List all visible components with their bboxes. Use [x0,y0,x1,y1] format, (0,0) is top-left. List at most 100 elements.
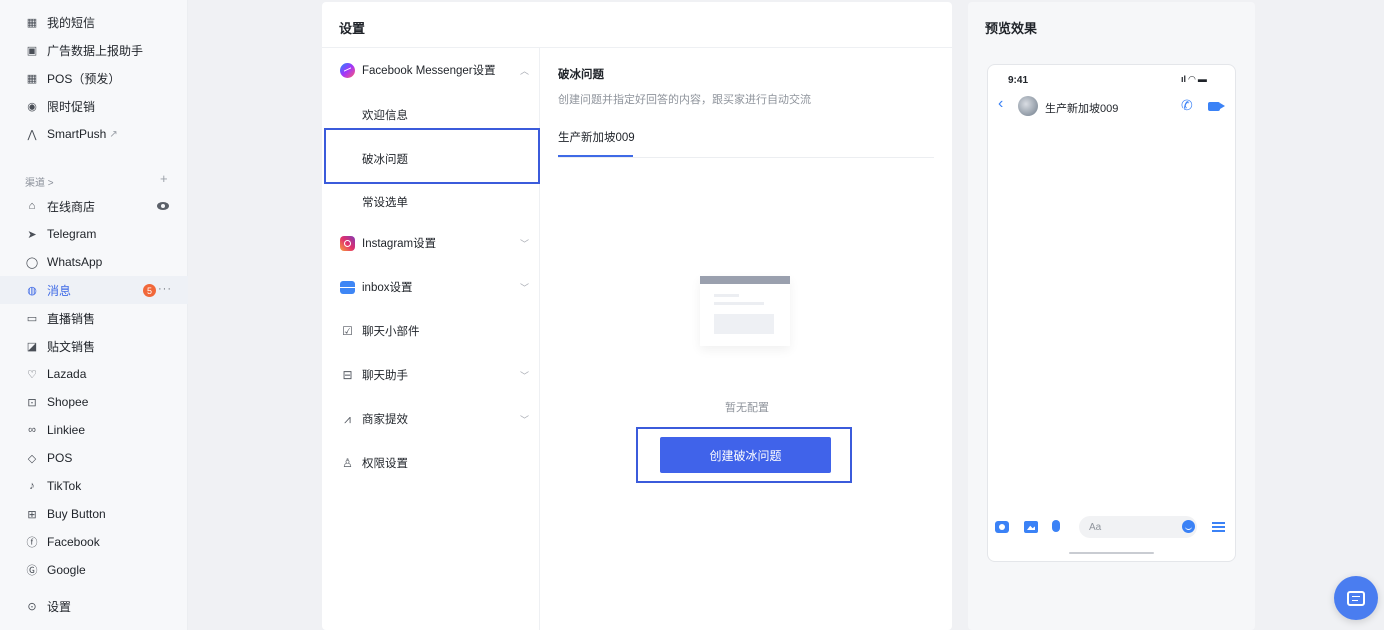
sidebar-item-flash-sale[interactable]: ◉ 限时促销 [0,92,188,120]
sidebar-item-label: Telegram [47,227,97,241]
tab-divider [558,157,934,158]
sidebar-item-label: Linkiee [47,423,86,437]
icebreaker-highlight [324,128,540,184]
eye-icon[interactable] [157,202,169,210]
menu-facebook-messenger[interactable]: Facebook Messenger设置 ︿ [340,59,530,81]
sidebar-item-smartpush[interactable]: ⋀ SmartPush ↗ [0,120,188,148]
sidebar-item-label: Facebook [47,535,100,549]
sidebar-item-pos-pre[interactable]: ▦ POS（预发） [0,64,188,92]
back-icon: ‹ [998,95,1004,112]
phone-call-icon: ✆ [1181,97,1193,113]
menu-label: Facebook Messenger设置 [362,65,496,77]
sidebar-item-post-sales[interactable]: ◪ 贴文销售 [0,332,188,360]
more-icon[interactable]: ··· [158,283,172,295]
menu-chat-widget[interactable]: ☑ 聊天小部件 [340,320,530,342]
tab-account[interactable]: 生产新加坡009 [558,129,635,145]
shopee-icon: ⊡ [27,396,37,409]
instagram-icon [340,235,355,251]
sidebar-item-label: 我的短信 [47,15,96,30]
sidebar-item-linkiee[interactable]: ∞ Linkiee [0,416,188,444]
avatar [1018,96,1038,116]
status-time: 9:41 [1008,75,1029,86]
sidebar-item-whatsapp[interactable]: ◯ WhatsApp [0,248,188,276]
sidebar-item-label: TikTok [47,479,82,493]
sidebar-item-ad-data[interactable]: ▣ 广告数据上报助手 [0,36,188,64]
message-icon: ◍ [27,284,37,297]
timer-icon: ◉ [27,100,37,113]
sidebar-item-label: Lazada [47,367,87,381]
menu-instagram[interactable]: Instagram设置 ﹀ [340,232,530,254]
add-channel-icon[interactable]: + [160,171,168,186]
menu-label: 权限设置 [362,458,408,470]
chevron-down-icon: ﹀ [520,282,530,293]
menu-label: 商家提效 [362,414,408,426]
channels-label[interactable]: 渠道 > [25,174,54,189]
content-title: 破冰问题 [558,69,604,81]
sidebar-item-pos[interactable]: ◇ POS [0,444,188,472]
create-icebreaker-button[interactable]: 创建破冰问题 [660,437,831,473]
sidebar-item-buy-button[interactable]: ⊞ Buy Button [0,500,188,528]
menu-icon [1212,522,1225,532]
menu-welcome[interactable]: 欢迎信息 [362,107,408,123]
lazada-icon: ♡ [27,368,37,381]
sidebar-item-label: 限时促销 [47,99,96,114]
sidebar-item-label: Buy Button [47,507,106,521]
post-icon: ◪ [26,340,38,353]
sidebar-item-facebook[interactable]: ⓕ Facebook [0,528,188,556]
menu-chat-assistant[interactable]: ⊟ 聊天助手 ﹀ [340,364,530,386]
user-permission-icon: ♙ [342,456,353,470]
messenger-icon [340,62,355,78]
preview-panel: 预览效果 9:41 ıl ◠ ▬ ‹ 生产新加坡009 ✆ Aa [968,2,1255,630]
chevron-down-icon: ﹀ [520,370,530,381]
sidebar-item-lazada[interactable]: ♡ Lazada [0,360,188,388]
grid-icon: ▦ [26,72,38,85]
store-icon: ⌂ [28,200,36,212]
sidebar: ▦ 我的短信 ▣ 广告数据上报助手 ▦ POS（预发） ◉ 限时促销 ⋀ Sma… [0,0,188,630]
preview-title: 预览效果 [985,21,1038,36]
menu-label: inbox设置 [362,282,413,294]
whatsapp-icon: ◯ [25,256,39,269]
image-icon [1024,521,1038,533]
home-indicator [1069,552,1154,554]
chevron-up-icon: ︿ [520,65,530,76]
sidebar-item-telegram[interactable]: ➤ Telegram [0,220,188,248]
empty-state-text: 暂无配置 [725,402,769,414]
content-description: 创建问题并指定好回答的内容，跟买家进行自动交流 [558,94,811,106]
menu-label: Instagram设置 [362,238,437,250]
chart-icon: ⩘ [344,411,351,426]
support-chat-button[interactable] [1334,576,1378,620]
menu-merchant-boost[interactable]: ⩘ 商家提效 ﹀ [340,408,530,430]
sidebar-item-label: 直播销售 [47,311,96,326]
google-icon: Ⓖ [26,565,38,577]
sidebar-item-label: POS（预发） [47,71,121,86]
unread-badge: 5 [143,284,156,297]
sidebar-item-label: 设置 [47,599,72,614]
pos-icon: ◇ [27,452,37,465]
sidebar-item-my-sms[interactable]: ▦ 我的短信 [0,8,188,36]
sidebar-item-settings[interactable]: ⊙ 设置 [0,592,188,620]
microphone-icon [1052,520,1060,532]
tab-active-indicator [558,155,633,157]
sidebar-item-google[interactable]: Ⓖ Google [0,556,188,584]
sidebar-item-live-sales[interactable]: ▭ 直播销售 [0,304,188,332]
status-icons: ıl ◠ ▬ [1181,74,1207,84]
menu-permissions[interactable]: ♙ 权限设置 [340,452,530,474]
sidebar-item-label: 在线商店 [47,199,96,214]
external-link-icon: ↗ [109,128,118,140]
sidebar-item-shopee[interactable]: ⊡ Shopee [0,388,188,416]
menu-persistent-menu[interactable]: 常设选单 [362,194,408,210]
facebook-icon: ⓕ [26,537,38,549]
empty-state-illustration [700,276,790,346]
sidebar-item-label: Google [47,563,86,577]
grid-icon: ▦ [26,16,38,29]
inbox-icon [340,280,355,295]
buy-button-icon: ⊞ [27,508,37,521]
sidebar-item-label: 消息 [47,283,72,298]
chat-name: 生产新加坡009 [1045,103,1119,115]
menu-label: 聊天小部件 [362,326,420,338]
sidebar-item-label: POS [47,451,73,465]
sidebar-item-tiktok[interactable]: ♪ TikTok [0,472,188,500]
chat-icon [1347,590,1365,606]
sidebar-item-label: WhatsApp [47,255,103,269]
menu-inbox[interactable]: inbox设置 ﹀ [340,276,530,298]
